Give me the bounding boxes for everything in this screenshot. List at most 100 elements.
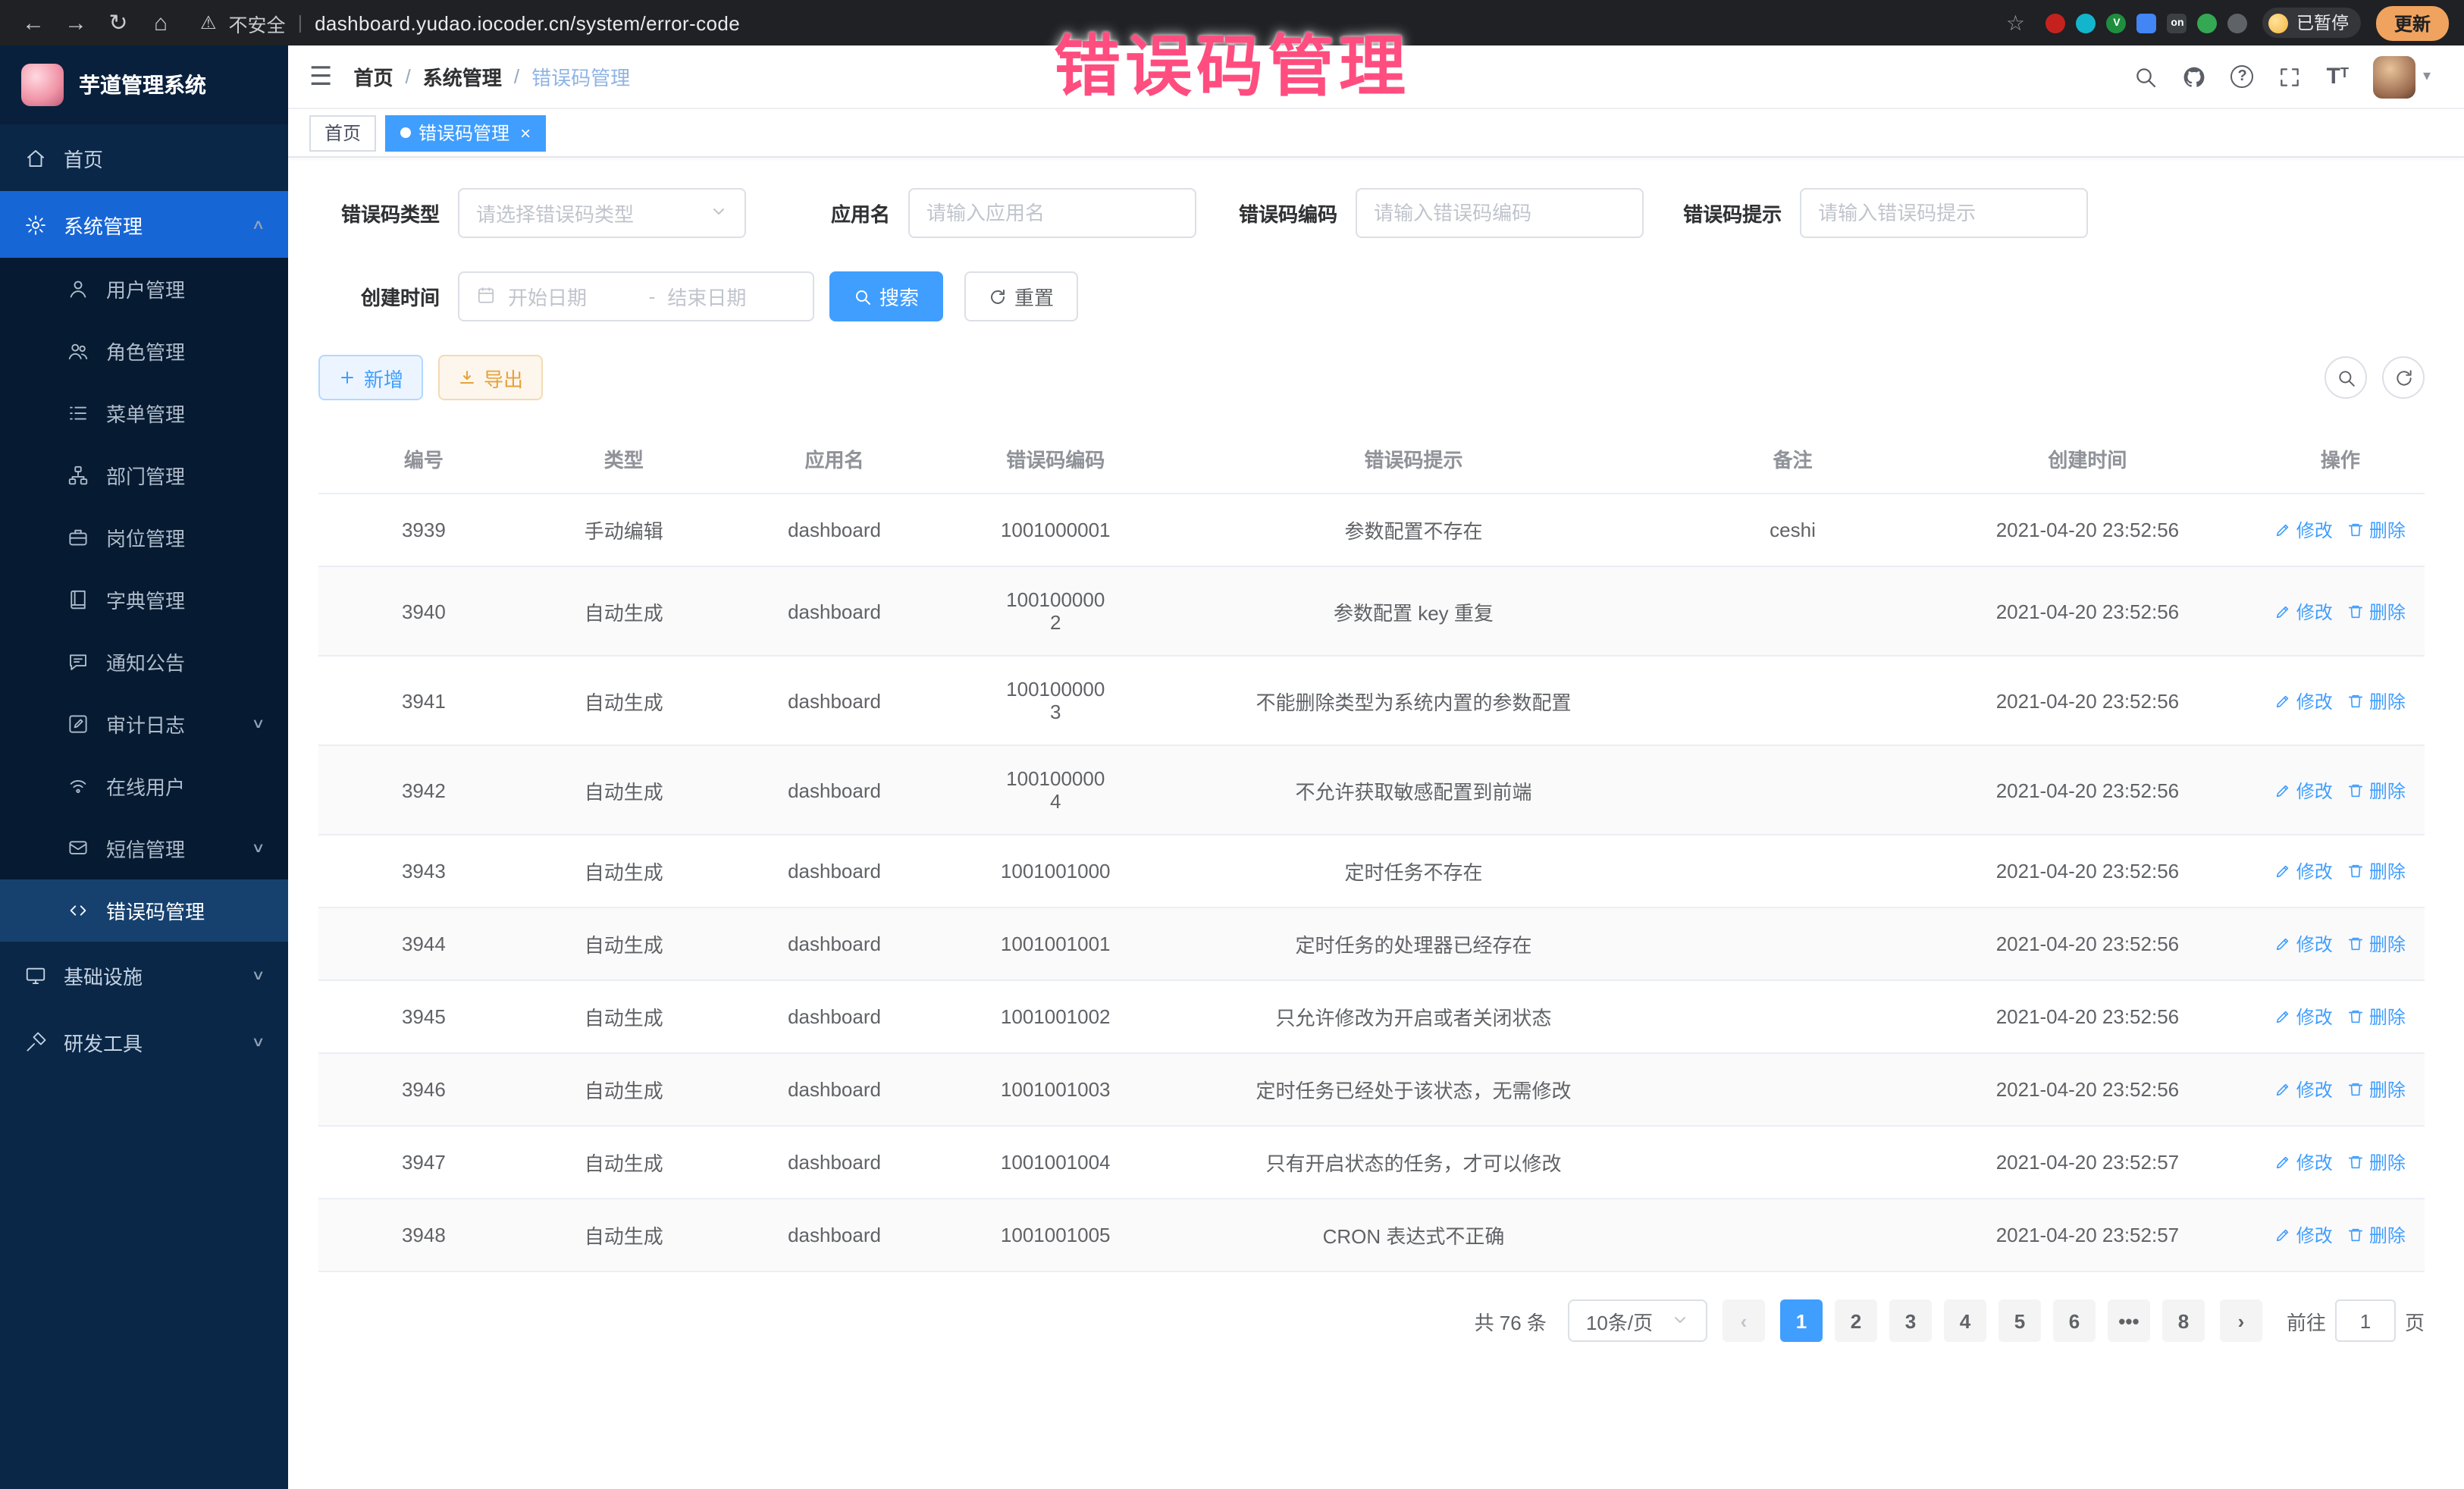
- goto-page: 前往 页: [2287, 1299, 2425, 1342]
- sidebar-item-14[interactable]: 研发工具∨: [0, 1008, 288, 1075]
- reset-button[interactable]: 重置: [964, 271, 1078, 321]
- sidebar-item-13[interactable]: 基础设施∨: [0, 942, 288, 1008]
- font-size-icon[interactable]: TT: [2327, 64, 2349, 89]
- sidebar-item-9[interactable]: 审计日志∨: [0, 693, 288, 755]
- tab-1[interactable]: 错误码管理×: [385, 114, 546, 151]
- forward-icon[interactable]: →: [58, 5, 94, 41]
- edit-link[interactable]: 修改: [2275, 931, 2333, 957]
- export-button[interactable]: 导出: [438, 355, 543, 400]
- error-hint-input[interactable]: [1818, 202, 2070, 224]
- sidebar-item-7[interactable]: 字典管理: [0, 569, 288, 631]
- delete-link[interactable]: 删除: [2348, 517, 2406, 543]
- reload-icon[interactable]: ↻: [100, 5, 136, 41]
- edit-link[interactable]: 修改: [2275, 517, 2333, 543]
- error-code-input[interactable]: [1374, 202, 1625, 224]
- fullscreen-icon[interactable]: [2278, 64, 2303, 89]
- extension-teal-icon[interactable]: [2077, 13, 2096, 33]
- page-button-1[interactable]: 1: [1780, 1299, 1823, 1342]
- logo-row[interactable]: 芋道管理系统: [0, 45, 288, 124]
- add-button[interactable]: 新增: [318, 355, 423, 400]
- more-pages-button[interactable]: •••: [2108, 1299, 2150, 1342]
- page-button-8[interactable]: 8: [2162, 1299, 2205, 1342]
- edit-link[interactable]: 修改: [2275, 1149, 2333, 1175]
- sidebar-item-11[interactable]: 短信管理∨: [0, 817, 288, 879]
- toggle-search-icon[interactable]: [2324, 356, 2367, 399]
- sidebar-item-6[interactable]: 岗位管理: [0, 506, 288, 569]
- start-date-placeholder: 开始日期: [508, 282, 637, 311]
- page-button-6[interactable]: 6: [2053, 1299, 2096, 1342]
- delete-link[interactable]: 删除: [2348, 1077, 2406, 1102]
- extension-red-icon[interactable]: [2046, 13, 2066, 33]
- page-button-3[interactable]: 3: [1889, 1299, 1932, 1342]
- edit-link[interactable]: 修改: [2275, 1222, 2333, 1248]
- next-page-button[interactable]: ›: [2220, 1299, 2262, 1342]
- sidebar-item-4[interactable]: 菜单管理: [0, 382, 288, 444]
- sidebar-item-2[interactable]: 用户管理: [0, 258, 288, 320]
- sidebar-item-3[interactable]: 角色管理: [0, 320, 288, 382]
- edit-link[interactable]: 修改: [2275, 858, 2333, 884]
- help-icon[interactable]: ?: [2231, 65, 2254, 88]
- tab-0[interactable]: 首页: [309, 114, 376, 151]
- search-icon[interactable]: [2134, 64, 2158, 89]
- delete-link[interactable]: 删除: [2348, 1149, 2406, 1175]
- home-icon[interactable]: ⌂: [143, 5, 179, 41]
- sidebar-item-12[interactable]: 错误码管理: [0, 879, 288, 942]
- filter-type-label: 错误码类型: [318, 199, 440, 227]
- delete-link[interactable]: 删除: [2348, 598, 2406, 624]
- sidebar-item-0[interactable]: 首页: [0, 124, 288, 191]
- app-name-input[interactable]: [926, 202, 1178, 224]
- extension-dark-icon[interactable]: [2228, 13, 2248, 33]
- page-size-select[interactable]: 10条/页: [1568, 1299, 1707, 1342]
- page-button-2[interactable]: 2: [1835, 1299, 1877, 1342]
- delete-link[interactable]: 删除: [2348, 688, 2406, 713]
- paused-badge[interactable]: 已暂停: [2263, 8, 2361, 38]
- github-icon[interactable]: [2183, 64, 2207, 89]
- breadcrumb-system[interactable]: 系统管理: [423, 62, 502, 91]
- chevron-down-icon: ▾: [2423, 68, 2431, 85]
- delete-link[interactable]: 删除: [2348, 858, 2406, 884]
- cell-remark: [1666, 1126, 1919, 1199]
- hamburger-icon[interactable]: ☰: [309, 61, 333, 92]
- search-button[interactable]: 搜索: [829, 271, 943, 321]
- table-row: 3945自动生成dashboard1001001002只允许修改为开启或者关闭状…: [318, 980, 2425, 1053]
- error-type-select[interactable]: 请选择错误码类型: [458, 188, 746, 238]
- prev-page-button[interactable]: ‹: [1723, 1299, 1765, 1342]
- date-range-picker[interactable]: 开始日期 - 结束日期: [458, 271, 814, 321]
- delete-link[interactable]: 删除: [2348, 1222, 2406, 1248]
- chevron-down-icon: ∨: [252, 1033, 265, 1050]
- user-menu[interactable]: ▾: [2373, 55, 2431, 98]
- back-icon[interactable]: ←: [15, 5, 52, 41]
- edit-link[interactable]: 修改: [2275, 1077, 2333, 1102]
- delete-link[interactable]: 删除: [2348, 931, 2406, 957]
- url-bar[interactable]: ⚠ 不安全 | dashboard.yudao.iocoder.cn/syste…: [185, 8, 1994, 37]
- extension-green-icon[interactable]: [2198, 13, 2218, 33]
- edit-link[interactable]: 修改: [2275, 777, 2333, 803]
- sidebar-item-8[interactable]: 通知公告: [0, 631, 288, 693]
- update-button[interactable]: 更新: [2376, 5, 2449, 40]
- cell-type: 自动生成: [529, 745, 719, 835]
- sidebar-item-label: 用户管理: [106, 274, 264, 303]
- extension-blue-grid-icon[interactable]: [2137, 13, 2157, 33]
- page-button-4[interactable]: 4: [1944, 1299, 1986, 1342]
- goto-page-input[interactable]: [2335, 1299, 2396, 1342]
- page-button-5[interactable]: 5: [1998, 1299, 2041, 1342]
- delete-link[interactable]: 删除: [2348, 777, 2406, 803]
- delete-link[interactable]: 删除: [2348, 1004, 2406, 1030]
- bookmark-star-icon[interactable]: ☆: [2006, 10, 2025, 36]
- page-buttons: 123456 ••• 8: [1780, 1299, 2205, 1342]
- sidebar-item-5[interactable]: 部门管理: [0, 444, 288, 506]
- edit-link[interactable]: 修改: [2275, 688, 2333, 713]
- close-icon[interactable]: ×: [520, 122, 531, 143]
- refresh-icon[interactable]: [2382, 356, 2425, 399]
- table-row: 3946自动生成dashboard1001001003定时任务已经处于该状态，无…: [318, 1053, 2425, 1126]
- extension-on-badge-icon[interactable]: on: [2168, 13, 2187, 33]
- edit-link[interactable]: 修改: [2275, 1004, 2333, 1030]
- cell-type: 手动编辑: [529, 494, 719, 566]
- edit-link[interactable]: 修改: [2275, 598, 2333, 624]
- tab-dot: [400, 127, 411, 138]
- sidebar-item-10[interactable]: 在线用户: [0, 755, 288, 817]
- breadcrumb-home[interactable]: 首页: [354, 62, 393, 91]
- breadcrumb: 首页 / 系统管理 / 错误码管理: [354, 62, 631, 91]
- extension-green-v-icon[interactable]: V: [2107, 13, 2127, 33]
- sidebar-item-1[interactable]: 系统管理∧: [0, 191, 288, 258]
